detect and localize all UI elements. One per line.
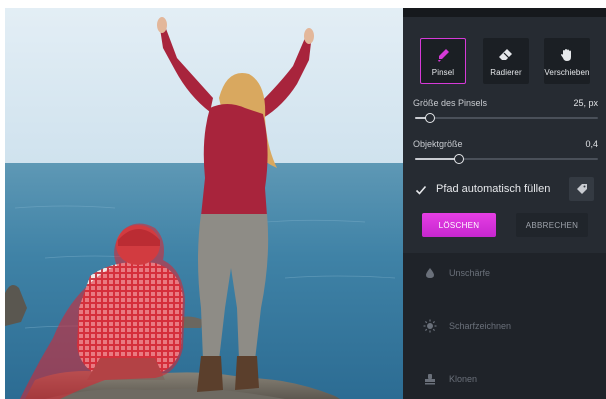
delete-button[interactable]: LÖSCHEN [422,213,496,237]
object-size-slider[interactable] [415,154,598,164]
menu-item-blur[interactable]: Unschärfe [403,253,606,293]
object-size-value: 0,4 [585,139,598,149]
brush-size-knob[interactable] [424,113,435,123]
sun-icon [423,319,437,333]
photo [5,8,403,399]
move-tool-button[interactable]: Verschieben [544,38,590,84]
brush-tool-label: Pinsel [431,67,455,77]
menu-item-sharpen[interactable]: Scharfzeichnen [403,306,606,346]
move-tool-label: Verschieben [544,67,590,77]
hand-icon [558,46,576,64]
menu-item-blur-label: Unschärfe [449,268,491,278]
panel-header-strip [403,8,606,17]
eraser-tool-label: Radierer [490,67,522,77]
brush-size-value: 25, px [573,98,598,108]
drop-icon [423,266,437,280]
auto-fill-label: Pfad automatisch füllen [436,183,551,195]
eraser-icon [497,46,515,64]
brush-icon [434,46,452,64]
brush-size-label: Größe des Pinsels [413,98,488,108]
object-size-label: Objektgröße [413,139,463,149]
menu-item-clone-label: Klonen [449,374,478,384]
tool-panel: Pinsel Radierer Verschieben Größe des Pi… [403,8,606,399]
auto-fill-options-button[interactable] [569,177,594,201]
object-size-fill [415,158,459,160]
tag-icon [576,184,587,194]
cancel-button[interactable]: ABBRECHEN [516,213,588,237]
object-removal-panel: Pinsel Radierer Verschieben Größe des Pi… [403,17,606,253]
brush-size-slider[interactable] [415,113,598,123]
brush-tool-button[interactable]: Pinsel [420,38,466,84]
menu-item-sharpen-label: Scharfzeichnen [449,321,512,331]
object-size-knob[interactable] [453,154,464,164]
stamp-icon [423,372,437,386]
menu-item-clone[interactable]: Klonen [403,359,606,399]
eraser-tool-button[interactable]: Radierer [483,38,529,84]
checkmark-icon [415,185,427,195]
photo-canvas[interactable] [5,8,403,399]
auto-fill-checkbox[interactable] [415,184,427,196]
